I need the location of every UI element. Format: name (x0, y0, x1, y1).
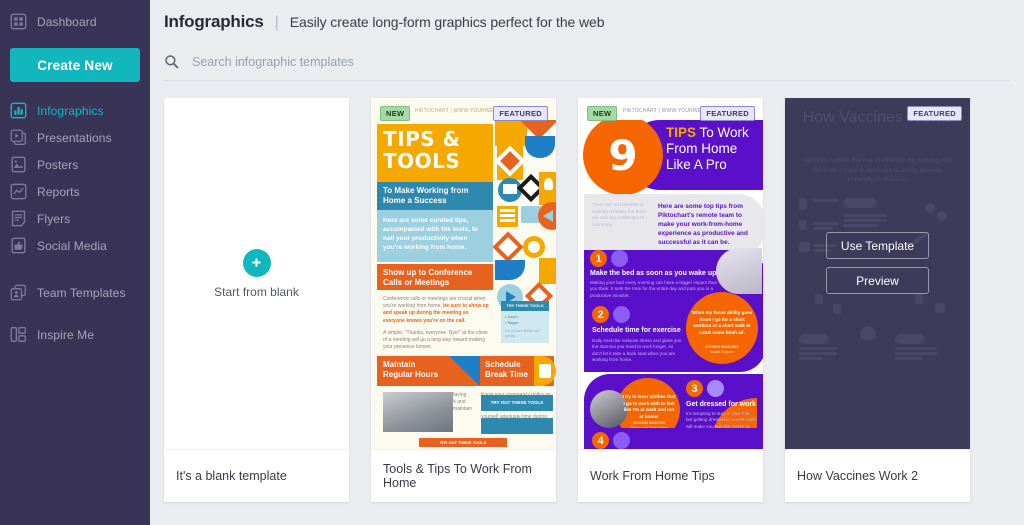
art-tip-number: 3 (686, 380, 703, 397)
art-tip-items: • Zoom • Skype (505, 314, 519, 325)
badge-new: NEW (380, 106, 411, 121)
line-chart-icon (10, 183, 27, 200)
template-caption: Work From Home Tips (590, 469, 715, 483)
preview-button[interactable]: Preview (826, 267, 929, 294)
art-quote-2: I try to wear clothes that I go to work … (622, 394, 676, 419)
template-thumbnail[interactable]: TIPS & TOOLS To Make Working from Home a… (371, 98, 556, 450)
search-bar[interactable] (164, 49, 1010, 81)
sidebar-item-infographics[interactable]: Infographics (0, 97, 150, 124)
art-tip-note: For a more stable call quality (505, 329, 540, 338)
sidebar-item-label: Dashboard (37, 14, 97, 29)
sidebar-item-label: Infographics (37, 103, 104, 118)
template-thumbnail[interactable]: 9 TIPS To Work From Home Like A Pro Ther… (578, 98, 763, 450)
plus-icon (242, 248, 271, 277)
art-title: TIPS & TOOLS (383, 127, 461, 173)
art-quote-1: When my focus ability goes down I go for… (691, 310, 753, 335)
art-subtitle: To Make Working from Home a Success (383, 186, 469, 205)
sidebar-item-inspire-me[interactable]: Inspire Me (0, 321, 150, 348)
template-caption: Tools & Tips To Work From Home (383, 462, 532, 490)
art-tool-button: TRY OUT THESE TOOLS (481, 395, 553, 411)
template-artwork: 9 TIPS To Work From Home Like A Pro Ther… (578, 98, 763, 449)
art-para-1: Conference calls or meetings are crucial… (383, 296, 489, 324)
template-card-tools-tips[interactable]: TIPS & TOOLS To Make Working from Home a… (371, 98, 556, 502)
badge-featured: FEATURED (493, 106, 548, 121)
badge-new: NEW (587, 106, 618, 121)
page-header: Infographics | Easily create long-form g… (150, 0, 1024, 32)
image-icon (10, 156, 27, 173)
page-title: Infographics (164, 12, 264, 31)
template-thumbnail[interactable]: How Vaccines Works Vaccines reduce the r… (785, 98, 970, 450)
page-subtitle: Easily create long-form graphics perfect… (289, 14, 605, 30)
art-section-3-title: Schedule Break Time (485, 360, 528, 379)
template-artwork: TIPS & TOOLS To Make Working from Home a… (371, 98, 556, 449)
sidebar-item-team-templates[interactable]: Team Templates (0, 279, 150, 306)
sidebar-item-label: Flyers (37, 211, 71, 226)
art-para-2: A simple, "Thanks, everyone. Bye!" at th… (383, 330, 488, 351)
badge-featured: FEATURED (700, 106, 755, 121)
art-title: TIPS To Work From Home Like A Pro (666, 125, 749, 172)
art-tip-head: Make the bed as soon as you wake up (590, 270, 717, 277)
title-separator: | (274, 14, 279, 31)
art-intro-right: Here are some top tips from Piktochart's… (658, 203, 748, 246)
template-grid: Start from blank It's a blank template T… (150, 81, 1024, 502)
template-caption: It's a blank template (176, 469, 287, 483)
badge-featured: FEATURED (907, 106, 962, 121)
art-intro-left: There are real benefits to working remot… (592, 202, 647, 227)
art-body: Here are some curated tips, accompanied … (383, 217, 478, 251)
art-tip-number: 4 (592, 432, 609, 449)
art-tip-number: 1 (590, 250, 607, 267)
thumbs-up-icon (10, 237, 27, 254)
sidebar-item-posters[interactable]: Posters (0, 151, 150, 178)
search-input[interactable] (190, 53, 590, 70)
art-tip-head: Get dressed for work (686, 401, 757, 408)
template-caption: How Vaccines Work 2 (797, 469, 919, 483)
use-template-button[interactable]: Use Template (826, 232, 929, 259)
sidebar: Dashboard Create New Infographics Presen… (0, 0, 150, 525)
search-icon (164, 54, 179, 69)
art-quote-1-role: Growth Engineer (710, 350, 734, 354)
sidebar-item-dashboard[interactable]: Dashboard (0, 8, 150, 35)
art-subtitle: Vaccines reduce the risk of infection by… (802, 157, 953, 183)
art-tip-number: 2 (592, 306, 609, 323)
create-new-button[interactable]: Create New (10, 48, 140, 82)
template-card-vaccines[interactable]: How Vaccines Works Vaccines reduce the r… (785, 98, 970, 502)
sidebar-item-label: Posters (37, 157, 79, 172)
art-cta: Show up to Conference Calls or Meetings (383, 268, 473, 287)
sidebar-item-label: Social Media (37, 238, 107, 253)
art-tip-header: TRY THESE TOOLS (501, 301, 549, 311)
card-hover-actions: Use Template Preview (785, 232, 970, 294)
template-card-wfh-tips[interactable]: 9 TIPS To Work From Home Like A Pro Ther… (578, 98, 763, 502)
app-root: Dashboard Create New Infographics Presen… (0, 0, 1024, 525)
template-thumbnail[interactable]: Start from blank (164, 98, 349, 450)
main-content: Infographics | Easily create long-form g… (150, 0, 1024, 525)
sidebar-item-social-media[interactable]: Social Media (0, 232, 150, 259)
grid-icon (10, 13, 27, 30)
sidebar-item-reports[interactable]: Reports (0, 178, 150, 205)
bar-chart-icon (10, 102, 27, 119)
team-copy-icon (10, 284, 27, 301)
art-tip-body: Daily exercise reduces stress and gives … (592, 338, 682, 363)
sidebar-item-presentations[interactable]: Presentations (0, 124, 150, 151)
sidebar-item-label: Team Templates (37, 285, 126, 300)
art-section-2-title: Maintain Regular Hours (383, 360, 439, 379)
art-bottom-button: TRY OUT THESE TOOLS (419, 438, 507, 447)
sidebar-item-label: Reports (37, 184, 80, 199)
sidebar-item-flyers[interactable]: Flyers (0, 205, 150, 232)
sidebar-item-label: Inspire Me (37, 327, 95, 342)
sidebar-item-label: Presentations (37, 130, 112, 145)
slides-icon (10, 129, 27, 146)
art-tip-body: Making your bed every morning can have a… (590, 280, 718, 298)
layout-blocks-icon (10, 326, 27, 343)
template-card-blank[interactable]: Start from blank It's a blank template (164, 98, 349, 502)
art-tip-head: Schedule time for exercise (592, 327, 681, 334)
start-from-blank-label: Start from blank (214, 284, 299, 299)
document-icon (10, 210, 27, 227)
art-big-number: 9 (608, 130, 638, 180)
